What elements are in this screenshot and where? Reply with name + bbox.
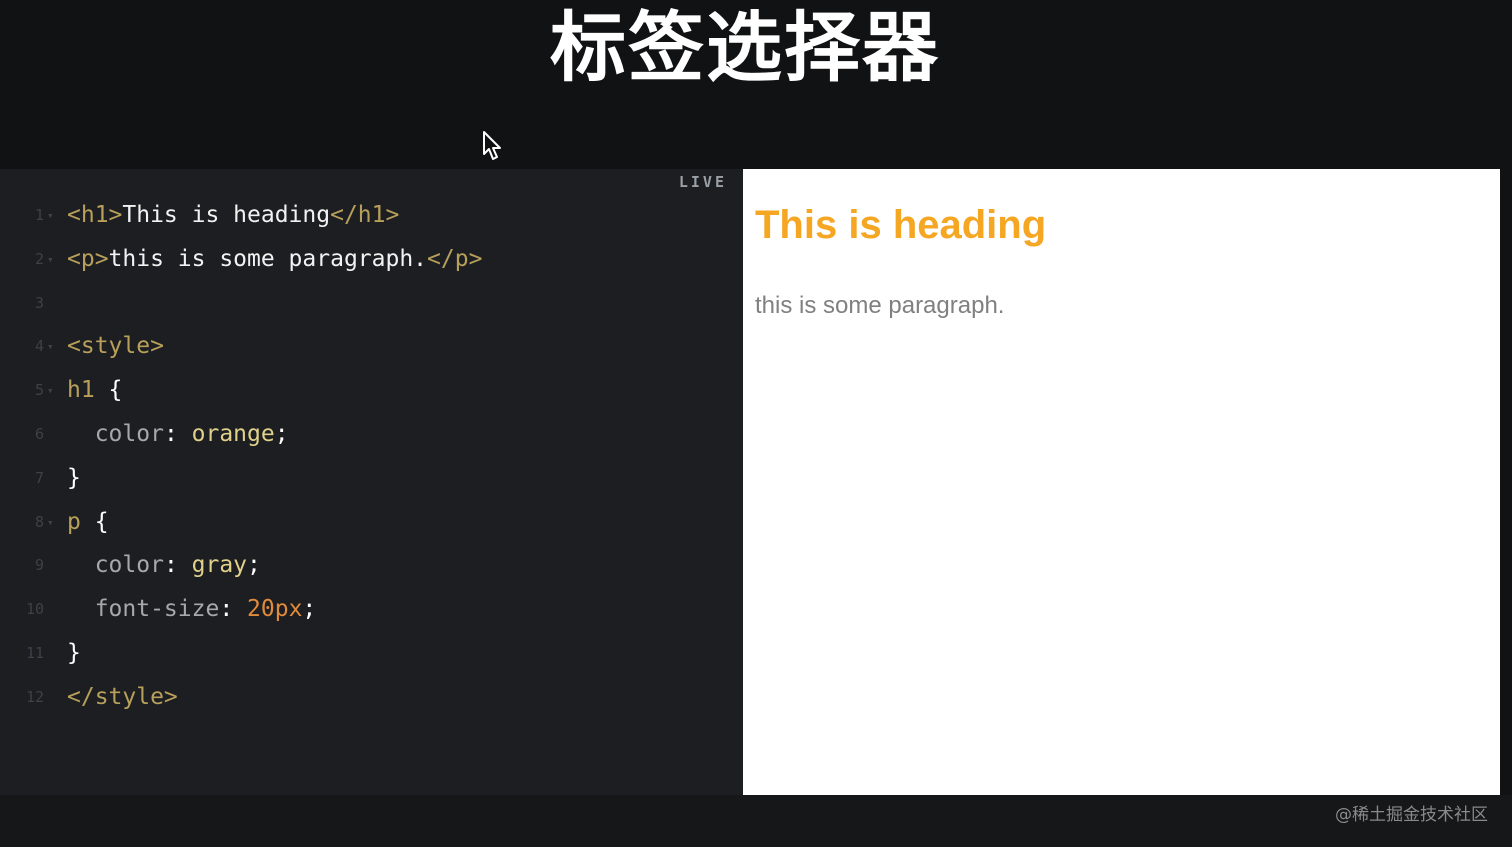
code-line[interactable]: 9 color: gray;: [0, 544, 743, 588]
line-number: 1: [34, 206, 44, 224]
code-token: color: [67, 552, 164, 579]
watermark: @稀土掘金技术社区: [1335, 805, 1488, 825]
line-number: 3: [34, 293, 44, 312]
line-number: 2: [34, 249, 44, 268]
code-line[interactable]: 11}: [0, 632, 743, 676]
code-token: <style>: [67, 333, 164, 360]
code-token: h1: [67, 377, 95, 404]
code-content: color: gray;: [67, 544, 261, 588]
code-content: color: orange;: [67, 413, 289, 457]
code-token: }: [67, 464, 81, 491]
code-line[interactable]: 6 color: orange;: [0, 413, 743, 457]
code-content: <p>this is some paragraph.</p>: [67, 238, 482, 282]
fold-arrow-icon[interactable]: ▾: [47, 369, 54, 413]
code-line[interactable]: 12 </style>: [0, 676, 743, 720]
line-number: 7: [34, 468, 44, 487]
code-token: p: [67, 508, 81, 535]
code-token: orange: [191, 420, 275, 447]
line-number: 10: [25, 600, 44, 619]
code-token: <p>: [67, 245, 109, 272]
code-token: This is heading: [122, 202, 331, 228]
code-token: ;: [247, 552, 261, 579]
line-number: 8: [34, 512, 44, 531]
code-token: }: [67, 639, 81, 666]
page-title: 标签选择器: [550, 3, 940, 92]
code-token: {: [94, 377, 123, 404]
code-token: <h1>: [67, 202, 123, 228]
code-token: :: [219, 596, 248, 623]
code-token: ;: [274, 420, 289, 447]
code-token: {: [80, 508, 109, 535]
code-content: </style>: [67, 676, 178, 720]
code-line[interactable]: 7}: [0, 457, 743, 501]
code-content: font-size: 20px;: [67, 588, 317, 632]
code-token: this is some paragraph.: [108, 245, 428, 272]
fold-arrow-icon[interactable]: ▾: [47, 501, 54, 545]
code-content: <style>: [67, 325, 164, 369]
code-token: ;: [302, 596, 317, 623]
line-number: 6: [34, 424, 44, 443]
line-number: 5: [34, 381, 44, 400]
code-content: p {: [67, 501, 109, 545]
code-content: }: [67, 632, 81, 676]
code-line[interactable]: 3: [0, 282, 743, 326]
code-line[interactable]: 10 font-size: 20px;: [0, 588, 743, 632]
line-number: 11: [25, 643, 44, 662]
code-token: color: [67, 420, 164, 447]
code-token: </h1>: [330, 202, 400, 228]
code-token: font-size: [67, 596, 220, 623]
code-token: </p>: [427, 245, 483, 272]
live-indicator: LIVE: [678, 173, 727, 191]
code-line[interactable]: 2 ▾ <p>this is some paragraph.</p>: [0, 238, 743, 282]
fold-arrow-icon[interactable]: ▾: [47, 194, 54, 238]
code-line[interactable]: 5 ▾ h1 {: [0, 369, 743, 413]
code-lines: 1 ▾ <h1>This is heading</h1> 2 ▾ <p>this is s…: [0, 194, 743, 720]
fold-arrow-icon[interactable]: ▾: [47, 325, 54, 369]
code-line[interactable]: 8 ▾ p {: [0, 501, 743, 545]
code-line[interactable]: 4 ▾ <style>: [0, 325, 743, 369]
code-token: :: [163, 420, 192, 447]
line-number: 4: [34, 337, 44, 356]
preview-heading: This is heading: [755, 203, 1047, 247]
code-content: <h1>This is heading</h1>: [67, 194, 399, 238]
code-token: 20px: [247, 596, 303, 623]
line-number: 12: [25, 687, 44, 706]
line-number: 9: [34, 556, 44, 575]
code-content: h1 {: [67, 369, 122, 413]
code-token: </style>: [67, 683, 178, 710]
code-token: :: [163, 552, 192, 579]
live-preview-pane: This is heading this is some paragraph.: [743, 169, 1500, 795]
code-editor[interactable]: LIVE 1 ▾ <h1>This is heading</h1> 2 ▾ <p>this…: [0, 169, 743, 795]
footer-bar: [0, 795, 1512, 847]
mouse-pointer-icon: [483, 131, 501, 160]
code-token: gray: [191, 552, 248, 579]
code-content: }: [67, 457, 81, 501]
fold-arrow-icon[interactable]: ▾: [47, 238, 54, 282]
preview-paragraph: this is some paragraph.: [755, 292, 1005, 319]
code-line[interactable]: 1 ▾ <h1>This is heading</h1>: [0, 194, 743, 238]
